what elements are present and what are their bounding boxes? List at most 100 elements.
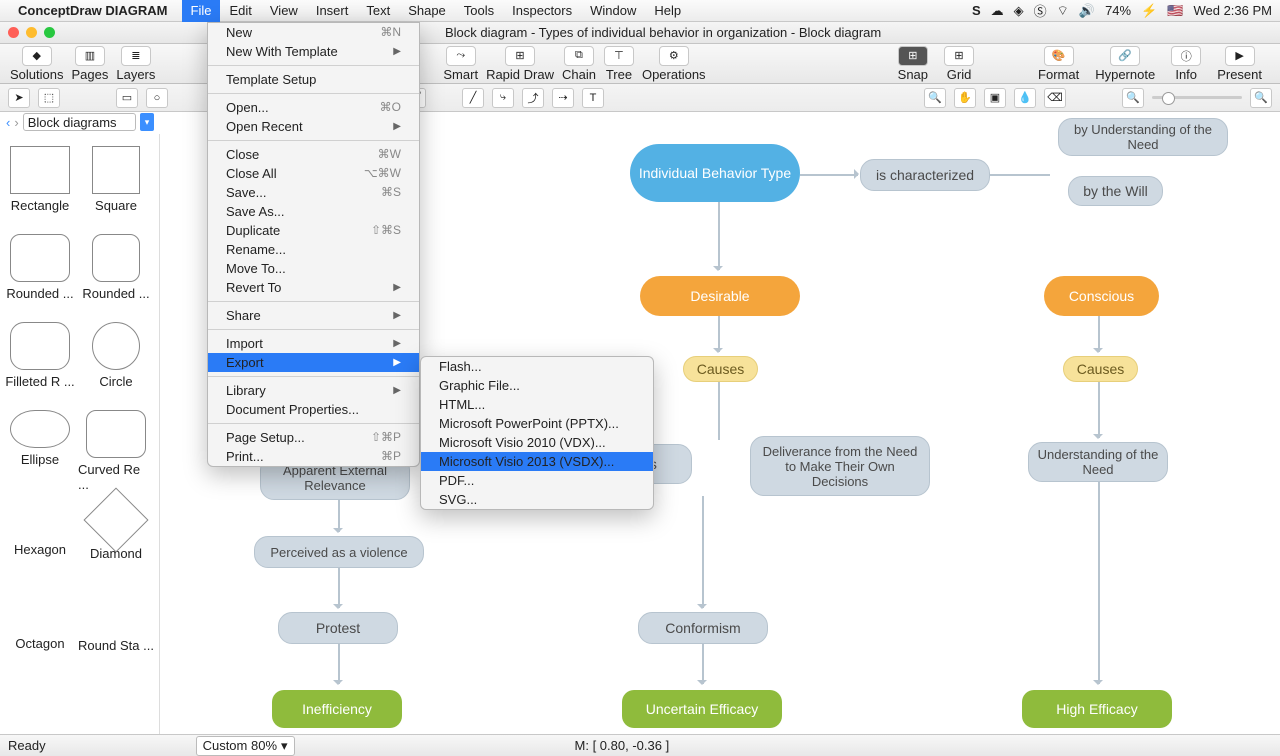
close-icon[interactable] (8, 27, 19, 38)
file-menu-duplicate[interactable]: Duplicate⇧⌘S (208, 221, 419, 240)
shape-curved[interactable]: Curved Re ... (78, 404, 154, 492)
file-menu-print-[interactable]: Print...⌘P (208, 447, 419, 466)
node-conform[interactable]: Conformism (638, 612, 768, 644)
shape-rectangle[interactable]: Rectangle (2, 140, 78, 228)
cloud-icon[interactable]: ☁ (991, 3, 1004, 19)
node-unc[interactable]: Uncertain Efficacy (622, 690, 782, 728)
file-menu-revert-to[interactable]: Revert To▶ (208, 278, 419, 297)
file-menu-close-all[interactable]: Close All⌥⌘W (208, 164, 419, 183)
zoom-slider[interactable] (1152, 96, 1242, 99)
menu-inspectors[interactable]: Inspectors (503, 0, 581, 22)
export-menu-pdf-[interactable]: PDF... (421, 471, 653, 490)
export-menu-microsoft-powerpoint-pptx-[interactable]: Microsoft PowerPoint (PPTX)... (421, 414, 653, 433)
app-name[interactable]: ConceptDraw DIAGRAM (18, 3, 168, 18)
export-menu-html-[interactable]: HTML... (421, 395, 653, 414)
tb-hypernote[interactable]: 🔗Hypernote (1095, 46, 1155, 82)
search-canvas-icon[interactable]: 🔍 (924, 88, 946, 108)
node-protest[interactable]: Protest (278, 612, 398, 644)
tb-layers[interactable]: ≣Layers (116, 46, 155, 82)
textbox-tool[interactable]: T (582, 88, 604, 108)
node-will[interactable]: by the Will (1068, 176, 1163, 206)
zoom-out-icon[interactable]: 🔍 (1122, 88, 1144, 108)
shape-hexagon[interactable]: Hexagon (2, 492, 78, 580)
file-menu-rename-[interactable]: Rename... (208, 240, 419, 259)
shape-lib-dropdown-icon[interactable]: ▾ (140, 113, 154, 131)
tb-grid[interactable]: ⊞Grid (944, 46, 974, 82)
node-ineff[interactable]: Inefficiency (272, 690, 402, 728)
file-menu-export[interactable]: Export▶ (208, 353, 419, 372)
minimize-icon[interactable] (26, 27, 37, 38)
export-menu-svg-[interactable]: SVG... (421, 490, 653, 509)
zoom-in-icon[interactable]: 🔍 (1250, 88, 1272, 108)
marquee-tool[interactable]: ⬚ (38, 88, 60, 108)
menu-insert[interactable]: Insert (307, 0, 358, 22)
volume-icon[interactable]: 🔊 (1079, 3, 1095, 19)
export-menu-flash-[interactable]: Flash... (421, 357, 653, 376)
node-high[interactable]: High Efficacy (1022, 690, 1172, 728)
menu-file[interactable]: File (182, 0, 221, 22)
wifi-icon[interactable]: ⌔ (1057, 3, 1069, 19)
menu-edit[interactable]: Edit (220, 0, 260, 22)
battery-icon[interactable]: ⚡ (1141, 3, 1157, 19)
tb-rapid[interactable]: ⊞Rapid Draw (486, 46, 554, 82)
file-menu-template-setup[interactable]: Template Setup (208, 70, 419, 89)
nav-back-icon[interactable]: ‹ (6, 115, 10, 130)
shape-ellipse[interactable]: Ellipse (2, 404, 78, 492)
shape-square[interactable]: Square (78, 140, 154, 228)
shape-octagon[interactable]: Octagon (2, 580, 78, 668)
export-menu-microsoft-visio-vsdx-[interactable]: Microsoft Visio 2013 (VSDX)... (421, 452, 653, 471)
node-desirable[interactable]: Desirable (640, 276, 800, 316)
file-menu-move-to-[interactable]: Move To... (208, 259, 419, 278)
flag-icon[interactable]: 🇺🇸 (1167, 3, 1183, 19)
tb-solutions[interactable]: ◆Solutions (10, 46, 63, 82)
skype-icon[interactable]: Ⓢ (1034, 1, 1047, 20)
ellipse-tool[interactable]: ○ (146, 88, 168, 108)
menu-tools[interactable]: Tools (455, 0, 503, 22)
tb-snap[interactable]: ⊞Snap (898, 46, 928, 82)
zoom-select[interactable]: Custom 80%▾ (196, 736, 295, 756)
menu-view[interactable]: View (261, 0, 307, 22)
shape-star[interactable]: Round Sta ... (78, 580, 154, 668)
pointer-tool[interactable]: ➤ (8, 88, 30, 108)
file-menu-document-properties-[interactable]: Document Properties... (208, 400, 419, 419)
node-und2[interactable]: Understanding of the Need (1028, 442, 1168, 482)
eyedrop-tool[interactable]: 💧 (1014, 88, 1036, 108)
file-menu-open-recent[interactable]: Open Recent▶ (208, 117, 419, 136)
file-menu-share[interactable]: Share▶ (208, 306, 419, 325)
eraser-tool[interactable]: ⌫ (1044, 88, 1066, 108)
conn3-tool[interactable]: ⇢ (552, 88, 574, 108)
node-ibt[interactable]: Individual Behavior Type (630, 144, 800, 202)
shape-rounded1[interactable]: Rounded ... (2, 228, 78, 316)
tb-operations[interactable]: ⚙Operations (642, 46, 706, 82)
t2[interactable]: ▣ (984, 88, 1006, 108)
file-menu-new[interactable]: New⌘N (208, 23, 419, 42)
conn1-tool[interactable]: ⤷ (492, 88, 514, 108)
tb-chain[interactable]: ⧉Chain (562, 46, 596, 82)
file-menu-import[interactable]: Import▶ (208, 334, 419, 353)
rect-tool[interactable]: ▭ (116, 88, 138, 108)
conn2-tool[interactable]: ⤴ (522, 88, 544, 108)
shape-filleted[interactable]: Filleted R ... (2, 316, 78, 404)
diamond-icon[interactable]: ◈ (1014, 3, 1024, 19)
clock[interactable]: Wed 2:36 PM (1193, 3, 1272, 18)
file-menu-page-setup-[interactable]: Page Setup...⇧⌘P (208, 428, 419, 447)
menu-window[interactable]: Window (581, 0, 645, 22)
tb-info[interactable]: ⓘInfo (1171, 46, 1201, 82)
shape-diamond[interactable]: Diamond (78, 492, 154, 580)
pan-tool[interactable]: ✋ (954, 88, 976, 108)
menu-help[interactable]: Help (645, 0, 690, 22)
node-und-need[interactable]: by Understanding of the Need (1058, 118, 1228, 156)
tb-tree[interactable]: ⊤Tree (604, 46, 634, 82)
file-menu-save-as-[interactable]: Save As... (208, 202, 419, 221)
menu-shape[interactable]: Shape (399, 0, 455, 22)
export-menu-graphic-file-[interactable]: Graphic File... (421, 376, 653, 395)
export-menu-microsoft-visio-vdx-[interactable]: Microsoft Visio 2010 (VDX)... (421, 433, 653, 452)
file-menu-library[interactable]: Library▶ (208, 381, 419, 400)
node-conscious[interactable]: Conscious (1044, 276, 1159, 316)
file-menu-save-[interactable]: Save...⌘S (208, 183, 419, 202)
line-tool[interactable]: ╱ (462, 88, 484, 108)
nav-fwd-icon[interactable]: › (14, 115, 18, 130)
node-causes1[interactable]: Causes (683, 356, 758, 382)
file-menu-new-with-template[interactable]: New With Template▶ (208, 42, 419, 61)
tb-smart[interactable]: ⤳Smart (443, 46, 478, 82)
